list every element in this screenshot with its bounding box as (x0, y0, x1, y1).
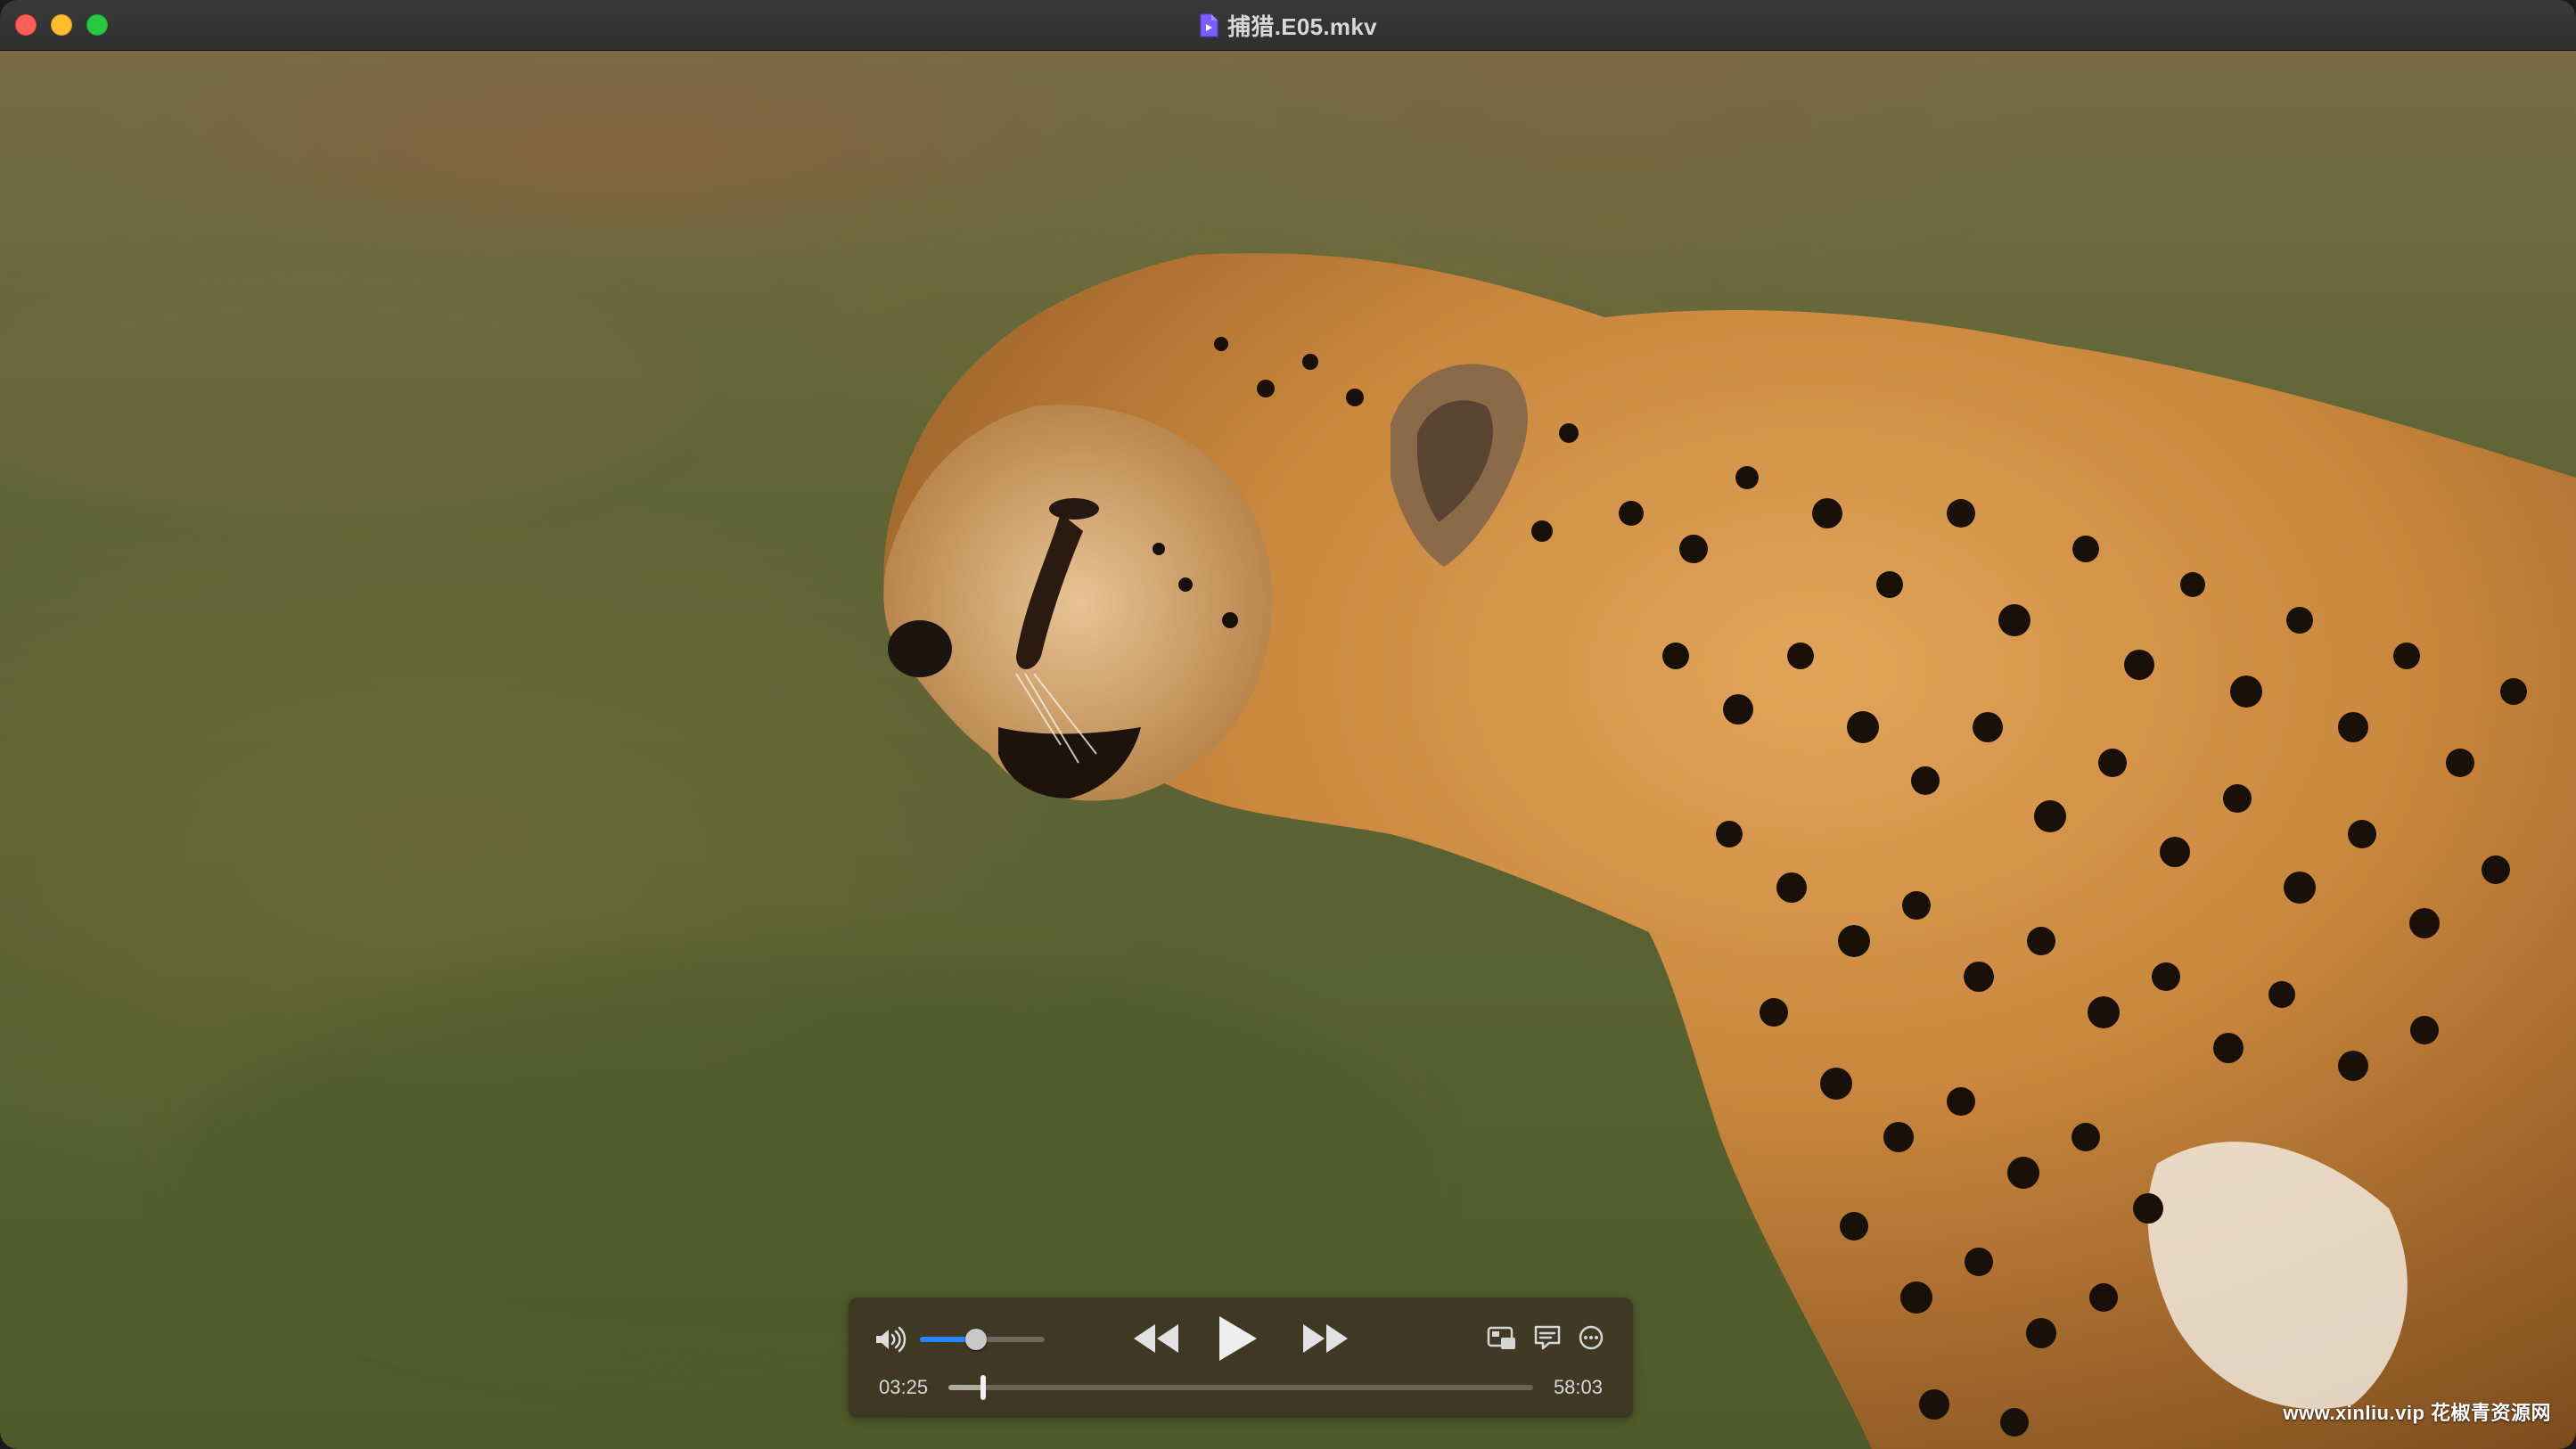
playback-progress-fill (948, 1385, 983, 1390)
watermark-text: www.xinliu.vip 花椒青资源网 (2283, 1402, 2551, 1424)
volume-slider-knob[interactable] (965, 1329, 987, 1350)
fast-forward-icon[interactable] (1301, 1322, 1350, 1355)
more-options-icon[interactable] (1578, 1324, 1604, 1351)
window-title-group: 捕猎.E05.mkv (1199, 9, 1377, 42)
title-bar[interactable]: 捕猎.E05.mkv (0, 0, 2576, 51)
close-window-button[interactable] (15, 14, 37, 36)
playback-playhead[interactable] (980, 1375, 986, 1400)
volume-slider[interactable] (920, 1329, 1045, 1350)
player-window: 捕猎.E05.mkv www.xinliu.vip 花椒青资源网 03:25 5… (0, 0, 2576, 1449)
play-icon[interactable] (1214, 1314, 1260, 1363)
duration-label: 58:03 (1553, 1376, 1603, 1398)
zoom-window-button[interactable] (86, 14, 108, 36)
playback-controls-hud[interactable]: 03:25 58:03 (849, 1298, 1633, 1418)
minimize-window-button[interactable] (51, 14, 72, 36)
playback-scrubber[interactable] (948, 1375, 1533, 1400)
mkv-video-file-icon (1199, 13, 1218, 37)
cheetah-image (0, 210, 2576, 1449)
picture-in-picture-icon[interactable] (1487, 1326, 1517, 1351)
rewind-icon[interactable] (1132, 1322, 1180, 1355)
current-time-label: 03:25 (879, 1376, 929, 1398)
subtitles-icon[interactable] (1533, 1324, 1562, 1351)
speaker-high-icon[interactable] (874, 1326, 907, 1353)
window-title: 捕猎.E05.mkv (1227, 12, 1377, 40)
video-frame[interactable]: www.xinliu.vip 花椒青资源网 (0, 50, 2576, 1449)
